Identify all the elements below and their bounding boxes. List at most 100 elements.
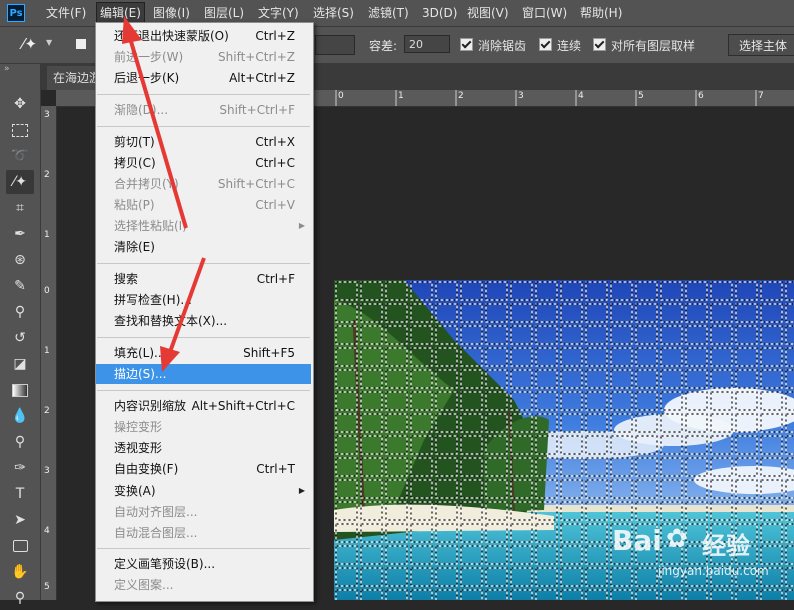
menu-item-label: 后退一步(K) (114, 71, 180, 85)
magic-wand-icon[interactable]: ⁄✦ (22, 35, 37, 53)
tool-preset-dropdown-icon[interactable]: ▼ (46, 38, 52, 47)
healing-brush-tool-icon[interactable]: ⊛ (6, 248, 34, 272)
menu-item-stroke[interactable]: 描边(S)... (96, 364, 311, 384)
menu-item-label: 渐隐(D)... (114, 103, 169, 117)
eyedropper-tool-icon[interactable]: ✒ (6, 222, 34, 246)
move-tool-icon[interactable]: ✥ (6, 92, 34, 116)
menu-item-label: 定义画笔预设(B)... (114, 557, 216, 571)
menu-separator (97, 94, 310, 95)
menu-window[interactable]: 窗口(W) (519, 3, 570, 23)
menu-item-define-brush[interactable]: 定义画笔预设(B)... (96, 554, 311, 574)
eraser-tool-icon[interactable]: ◪ (6, 352, 34, 376)
menu-filter[interactable]: 滤镜(T) (365, 3, 412, 23)
magic-wand-tool-icon[interactable]: ⁄✦ (6, 170, 34, 194)
clone-stamp-tool-icon[interactable]: ⚲ (6, 300, 34, 324)
menu-item-shortcut: Ctrl+F (256, 272, 295, 286)
menu-item-paste[interactable]: 粘贴(P) Ctrl+V (96, 195, 311, 215)
history-brush-tool-icon[interactable]: ↺ (6, 326, 34, 350)
ruler-label: 0 (44, 286, 50, 296)
menu-item-label: 描边(S)... (114, 367, 167, 381)
ruler-label: 3 (44, 466, 50, 476)
brush-tool-icon[interactable]: ✎ (6, 274, 34, 298)
antialias-checkbox[interactable] (460, 38, 473, 51)
menu-item-label: 清除(E) (114, 240, 155, 254)
menu-item-label: 自动混合图层... (114, 526, 198, 540)
menu-item-fade[interactable]: 渐隐(D)... Shift+Ctrl+F (96, 100, 311, 120)
menu-separator (97, 126, 310, 127)
lasso-tool-icon[interactable]: ➰ (6, 144, 34, 168)
new-selection-icon[interactable] (76, 39, 86, 49)
menu-item-shortcut: Shift+Ctrl+C (217, 177, 295, 191)
menu-select[interactable]: 选择(S) (310, 3, 357, 23)
menu-separator (97, 548, 310, 549)
menu-separator (97, 390, 310, 391)
zoom-tool-icon[interactable]: ⚲ (6, 586, 34, 610)
menu-item-paste-special[interactable]: 选择性粘贴(I) ▶ (96, 216, 311, 236)
path-selection-tool-icon[interactable]: ➤ (6, 508, 34, 532)
sample-all-layers-checkbox[interactable] (593, 38, 606, 51)
menu-item-perspective-warp[interactable]: 透视变形 (96, 438, 311, 458)
menu-separator (97, 263, 310, 264)
baidu-jingyan-watermark: Bai ✿ 经验 jingyan.baidu.com (598, 516, 794, 600)
sample-size-select[interactable] (315, 35, 355, 55)
menu-item-spell-check[interactable]: 拼写检查(H)... (96, 290, 311, 310)
dodge-tool-icon[interactable]: ⚲ (6, 430, 34, 454)
menu-item-cut[interactable]: 剪切(T) Ctrl+X (96, 132, 311, 152)
menu-item-label: 选择性粘贴(I) (114, 219, 187, 233)
vertical-ruler: 3 2 1 0 1 2 3 4 5 (41, 106, 57, 600)
sample-all-layers-label: 对所有图层取样 (611, 39, 696, 53)
menu-layer[interactable]: 图层(L) (201, 3, 247, 23)
collapse-panel-icon[interactable]: » (4, 64, 10, 74)
hand-tool-icon[interactable]: ✋ (6, 560, 34, 584)
menu-item-label: 前进一步(W) (114, 50, 184, 64)
menu-item-auto-align-layers[interactable]: 自动对齐图层... (96, 502, 311, 522)
crop-tool-icon[interactable]: ⌗ (6, 196, 34, 220)
menu-item-copy-merged[interactable]: 合并拷贝(Y) Shift+Ctrl+C (96, 174, 311, 194)
menu-item-copy[interactable]: 拷贝(C) Ctrl+C (96, 153, 311, 173)
ruler-label: 4 (578, 91, 584, 101)
ruler-label: 2 (44, 406, 50, 416)
blur-tool-icon[interactable]: 💧 (6, 404, 34, 428)
type-tool-icon[interactable]: T (6, 482, 34, 506)
menu-item-fill[interactable]: 填充(L)... Shift+F5 (96, 343, 311, 363)
menu-item-clear[interactable]: 清除(E) (96, 237, 311, 257)
select-subject-button[interactable]: 选择主体 (728, 34, 794, 56)
menu-image[interactable]: 图像(I) (150, 3, 193, 23)
menu-item-free-transform[interactable]: 自由变换(F) Ctrl+T (96, 459, 311, 479)
menu-item-label: 内容识别缩放 (114, 399, 187, 413)
menu-item-puppet-warp[interactable]: 操控变形 (96, 417, 311, 437)
menu-item-transform[interactable]: 变换(A) ▶ (96, 481, 311, 501)
menu-type[interactable]: 文字(Y) (255, 3, 302, 23)
menu-item-content-aware-scale[interactable]: 内容识别缩放 Alt+Shift+Ctrl+C (96, 396, 311, 416)
menu-3d[interactable]: 3D(D) (419, 3, 460, 23)
submenu-arrow-icon: ▶ (298, 221, 305, 230)
menu-item-label: 剪切(T) (114, 135, 155, 149)
menu-item-step-backward[interactable]: 后退一步(K) Alt+Ctrl+Z (96, 68, 311, 88)
menu-item-label: 透视变形 (114, 441, 163, 455)
menu-item-auto-blend-layers[interactable]: 自动混合图层... (96, 523, 311, 543)
menu-item-label: 操控变形 (114, 420, 163, 434)
menu-edit[interactable]: 编辑(E) (96, 2, 145, 24)
menu-help[interactable]: 帮助(H) (577, 3, 625, 23)
menu-item-find-replace[interactable]: 查找和替换文本(X)... (96, 311, 311, 331)
tolerance-input[interactable]: 20 (404, 35, 450, 53)
menu-item-define-pattern[interactable]: 定义图案... (96, 575, 311, 595)
watermark-brand: Bai (612, 524, 662, 557)
menu-view[interactable]: 视图(V) (464, 3, 512, 23)
marquee-tool-icon[interactable] (6, 118, 34, 142)
pen-tool-icon[interactable]: ✑ (6, 456, 34, 480)
menu-item-label: 查找和替换文本(X)... (114, 314, 228, 328)
rectangle-tool-icon[interactable] (6, 534, 34, 558)
ruler-label: 5 (638, 91, 644, 101)
menu-item-shortcut: Alt+Ctrl+Z (229, 71, 295, 85)
menu-item-undo[interactable]: 还原退出快速蒙版(O) Ctrl+Z (96, 26, 311, 46)
menu-item-shortcut: Ctrl+V (255, 198, 295, 212)
menu-item-label: 合并拷贝(Y) (114, 177, 179, 191)
menu-file[interactable]: 文件(F) (43, 3, 89, 23)
menu-item-label: 填充(L)... (114, 346, 166, 360)
menu-item-search[interactable]: 搜索 Ctrl+F (96, 269, 311, 289)
menu-item-step-forward[interactable]: 前进一步(W) Shift+Ctrl+Z (96, 47, 311, 67)
contiguous-checkbox[interactable] (539, 38, 552, 51)
menu-item-shortcut: Ctrl+C (255, 156, 295, 170)
gradient-tool-icon[interactable] (6, 378, 34, 402)
